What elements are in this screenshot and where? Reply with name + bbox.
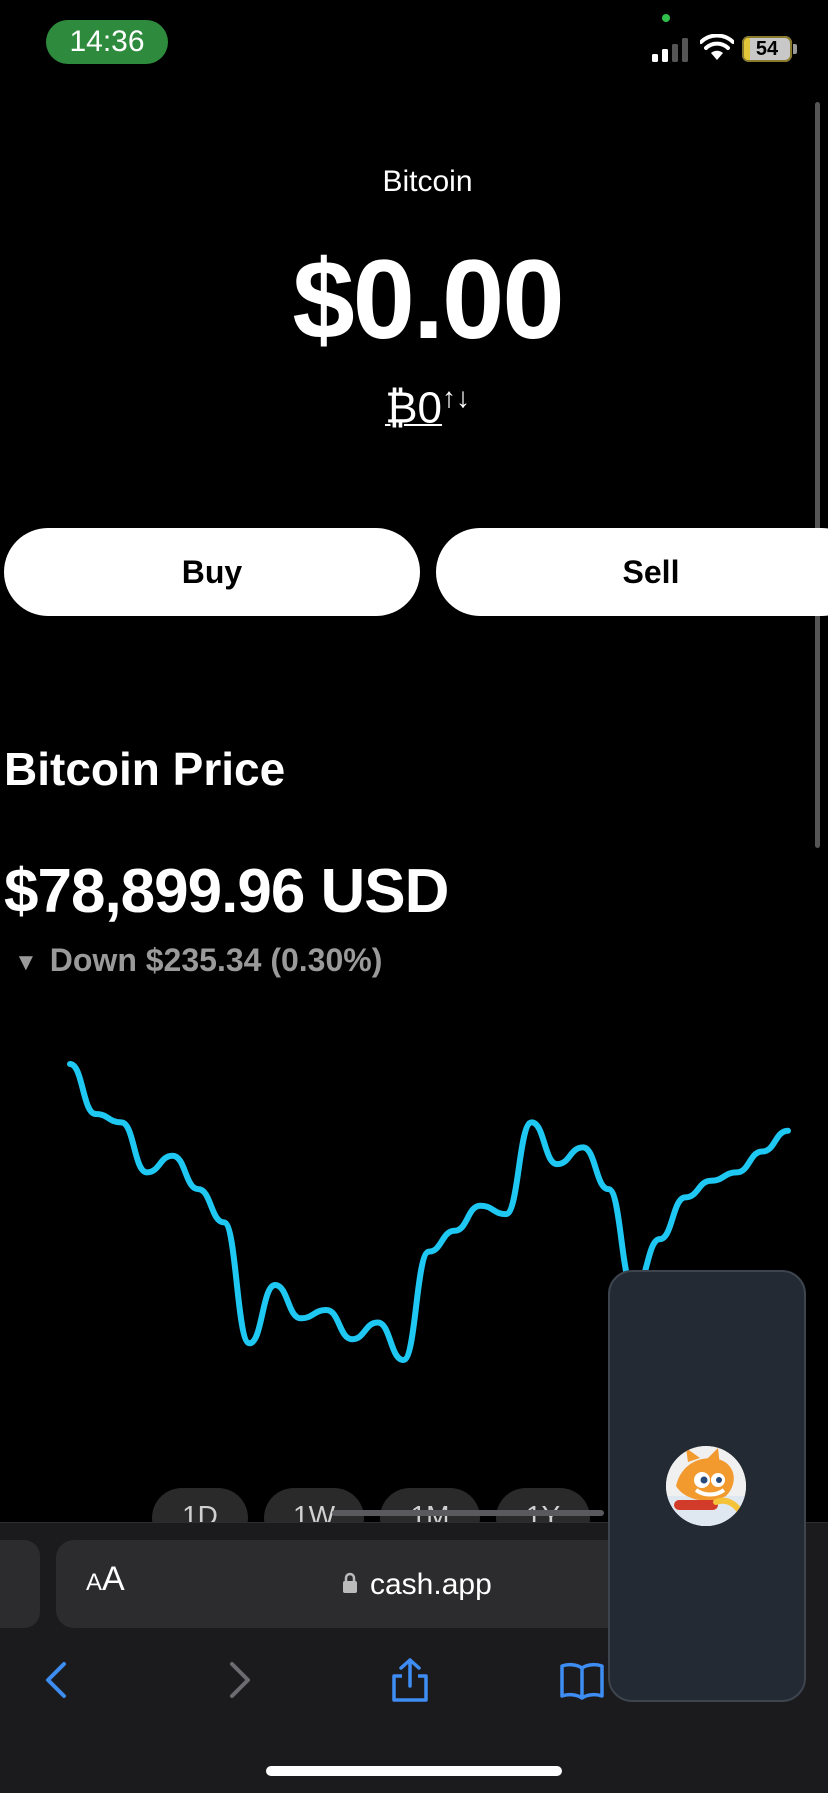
- aa-large-letter: A: [102, 1560, 125, 1598]
- url-text: cash.app: [370, 1568, 492, 1601]
- tab-swipe-indicator: [332, 1510, 604, 1516]
- address-bar[interactable]: [56, 1540, 676, 1628]
- balance-btc: ₿0: [384, 383, 443, 433]
- avatar: [666, 1446, 746, 1526]
- btc-balance-toggle[interactable]: ₿0↑↓: [0, 382, 828, 434]
- share-icon[interactable]: [386, 1656, 434, 1704]
- wifi-icon: [700, 34, 734, 60]
- battery-level: 54: [755, 37, 779, 60]
- home-indicator[interactable]: [266, 1766, 562, 1776]
- back-icon[interactable]: [34, 1656, 82, 1704]
- bookmarks-icon[interactable]: [558, 1656, 606, 1704]
- asset-title: Bitcoin: [382, 165, 473, 198]
- page-scrollbar[interactable]: [815, 102, 820, 848]
- privacy-indicator-dot: [662, 14, 670, 22]
- cellular-signal-icon: [652, 38, 688, 62]
- price-change: ▼ Down $235.34 (0.30%): [14, 942, 382, 979]
- lock-icon: [343, 1572, 357, 1593]
- balance-usd: $0.00: [292, 237, 564, 362]
- current-price: $78,899.96 USD: [4, 857, 449, 926]
- buy-button[interactable]: Buy: [4, 528, 420, 616]
- aa-small-letter: A: [86, 1569, 103, 1596]
- battery-tip: [793, 44, 797, 54]
- section-heading: Bitcoin Price: [4, 743, 286, 795]
- down-triangle-icon: ▼: [14, 948, 38, 976]
- sell-button[interactable]: Sell: [436, 528, 828, 616]
- swap-arrows-icon: ↑↓: [442, 382, 471, 413]
- price-change-text: Down $235.34 (0.30%): [49, 942, 383, 978]
- status-time: 14:36: [46, 20, 168, 64]
- battery-icon: 54: [742, 36, 792, 62]
- forward-icon[interactable]: [214, 1656, 262, 1704]
- reader-settings-button[interactable]: AA: [86, 1560, 125, 1599]
- previous-tab-address-bar[interactable]: [0, 1540, 40, 1628]
